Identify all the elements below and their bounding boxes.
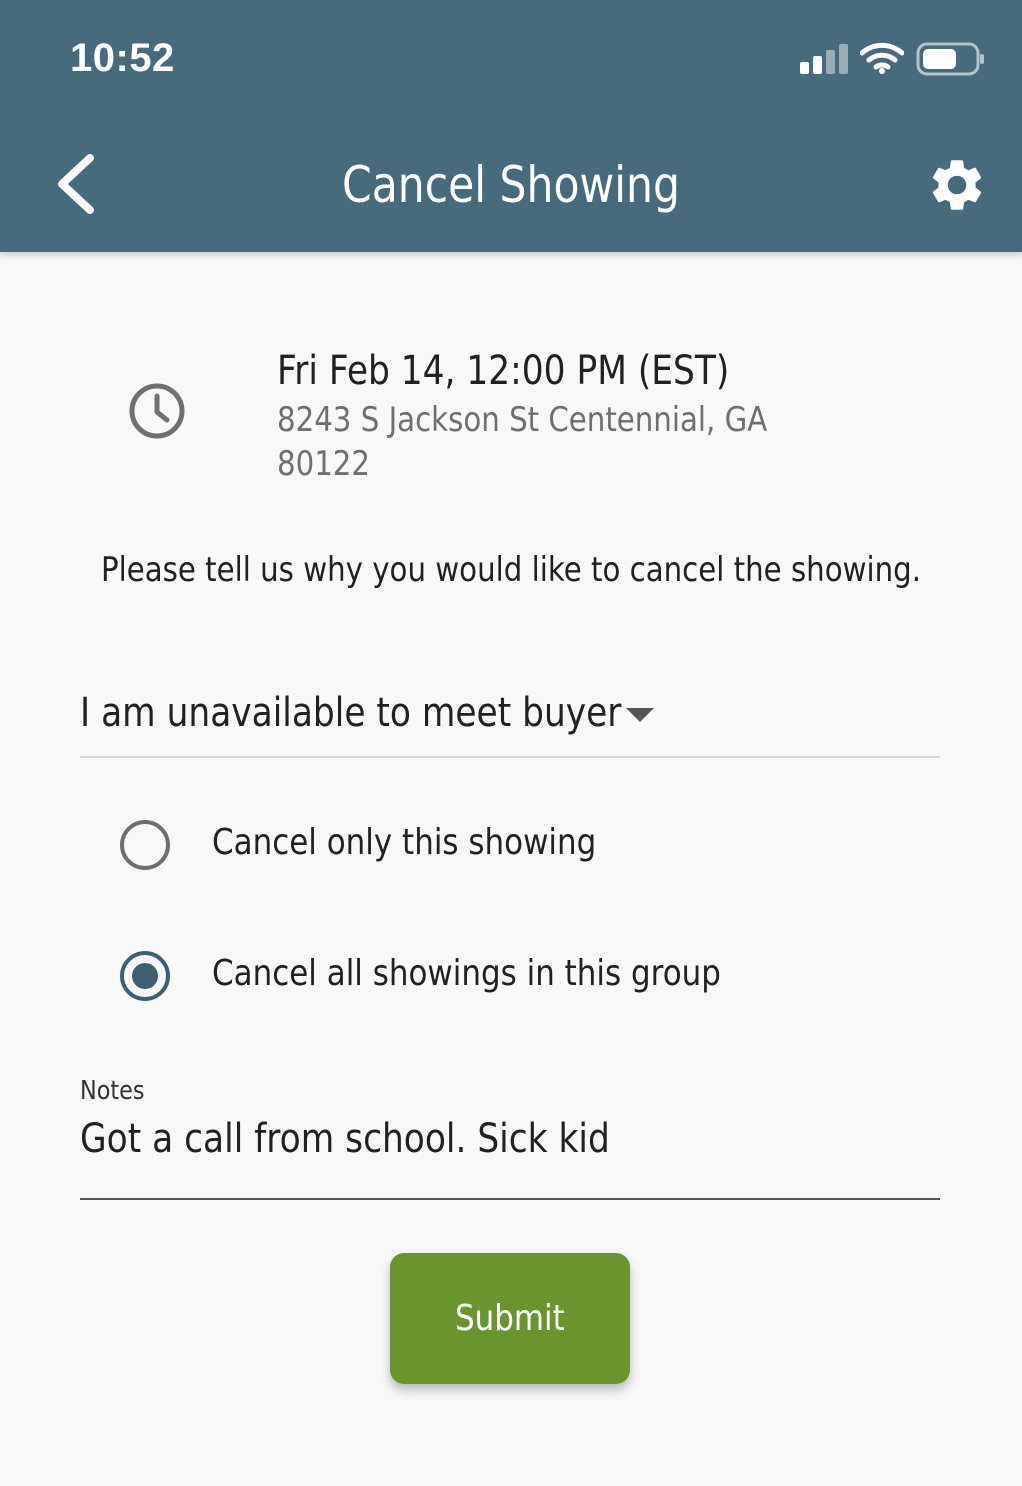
option-cancel-all-in-group[interactable]: Cancel all showings in this group xyxy=(120,951,820,1011)
gear-icon[interactable] xyxy=(926,154,988,216)
page-title: Cancel Showing xyxy=(342,156,680,214)
radio-label: Cancel all showings in this group xyxy=(212,953,721,994)
reason-dropdown[interactable]: I am unavailable to meet buyer xyxy=(80,680,940,758)
cancel-prompt: Please tell us why you would like to can… xyxy=(100,550,922,590)
radio-button[interactable] xyxy=(120,820,170,870)
radio-label: Cancel only this showing xyxy=(212,822,597,863)
notes-label: Notes xyxy=(80,1076,145,1106)
status-time: 10:52 xyxy=(70,36,175,80)
submit-label: Submit xyxy=(455,1298,565,1339)
showing-datetime: Fri Feb 14, 12:00 PM (EST) xyxy=(277,348,730,394)
option-cancel-only-this[interactable]: Cancel only this showing xyxy=(120,820,820,880)
reason-selected-value: I am unavailable to meet buyer xyxy=(80,690,622,736)
app-header: 10:52 Cancel Showing xyxy=(0,0,1022,252)
submit-button[interactable]: Submit xyxy=(390,1253,630,1384)
showing-address: 8243 S Jackson St Centennial, GA 80122 xyxy=(277,400,768,484)
battery-icon xyxy=(916,42,984,76)
wifi-icon xyxy=(860,42,904,74)
clock-icon xyxy=(129,383,185,439)
radio-button-checked[interactable] xyxy=(120,951,170,1001)
caret-down-icon xyxy=(626,708,654,722)
signal-icon xyxy=(800,44,848,74)
notes-field[interactable] xyxy=(80,1114,940,1200)
showing-info: Fri Feb 14, 12:00 PM (EST) 8243 S Jackso… xyxy=(277,344,917,486)
